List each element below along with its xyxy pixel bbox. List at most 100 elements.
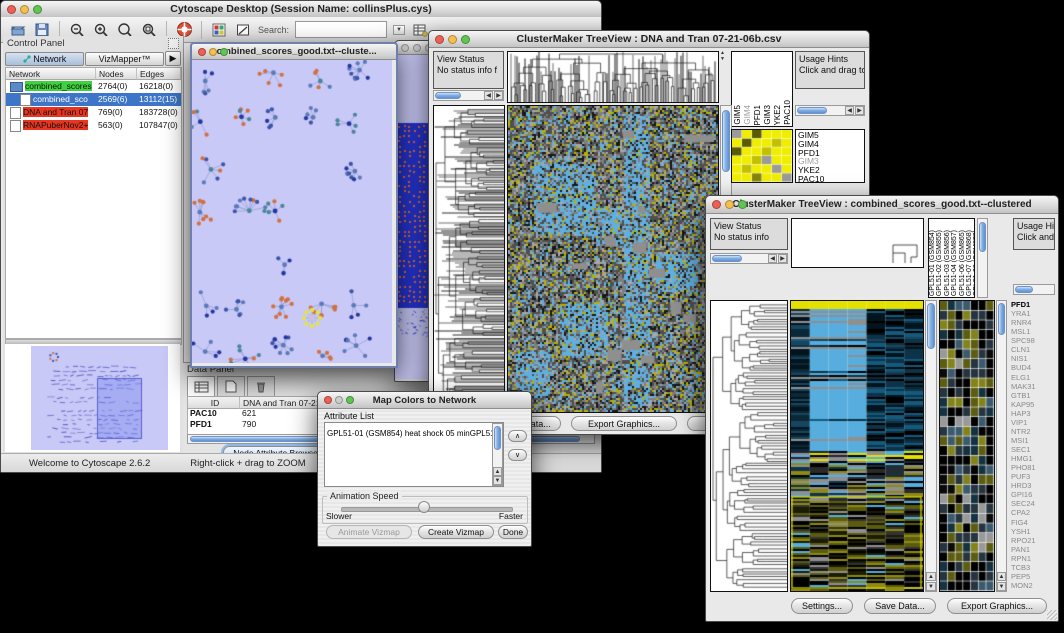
tab-overflow-arrow[interactable]: ▶	[165, 51, 181, 66]
tab-vizmapper[interactable]: VizMapper™	[85, 52, 164, 66]
column-label: PAC10	[783, 100, 792, 125]
close-button[interactable]	[401, 44, 409, 52]
vizmapper-icon[interactable]	[210, 21, 228, 39]
gene-label: MAK31	[1011, 382, 1055, 391]
birdseye-pane	[5, 344, 180, 452]
heatmap-global-panel[interactable]	[507, 105, 719, 413]
zoom-button[interactable]	[346, 396, 354, 404]
zoom-button[interactable]	[738, 200, 747, 209]
file-icon	[10, 107, 21, 119]
zoom-vscrollbar[interactable]: ▲ ▼	[996, 300, 1007, 592]
array-label: GPL51-04 (GSM857)	[952, 230, 958, 296]
network-row[interactable]: DNA and Tran 07 769(0) 183728(0)	[6, 106, 181, 119]
dialog-titlebar[interactable]: Map Colors to Network	[318, 392, 531, 409]
treeview1-column-labels: GIM5GIM4PFD1GIM3YKE2PAC10	[731, 51, 793, 127]
treeview2-window: ClusterMaker TreeView : combined_scores_…	[705, 195, 1059, 622]
network-row-selected[interactable]: combined_sco 2569(6) 13112(15)	[6, 93, 181, 106]
network-canvas[interactable]	[192, 60, 392, 363]
resize-grip[interactable]	[1047, 610, 1057, 620]
speed-slider-thumb[interactable]	[418, 501, 430, 513]
search-dropdown-icon[interactable]: ▼	[393, 25, 405, 35]
trash-icon[interactable]	[247, 376, 275, 397]
gene-label: RPN1	[1011, 554, 1055, 563]
gene-dendrogram-panel[interactable]	[710, 300, 788, 592]
network-row[interactable]: combined_scores 2764(0) 16218(0)	[6, 80, 181, 93]
attribute-list[interactable]: GPL51-01 (GSM854) heat shock 05 minGPL51…	[324, 422, 504, 487]
usage-hints-scrollbar[interactable]: ◀ ▶	[795, 105, 865, 116]
col-network[interactable]: Network	[6, 68, 96, 80]
attribute-list-item[interactable]: GPL51-01 (GSM854) heat shock 05 min	[327, 429, 470, 438]
attribute-list-label: Attribute List	[324, 411, 374, 421]
usage-hints-scrollbar[interactable]	[1013, 284, 1055, 295]
network-view-titlebar[interactable]: combined_scores_good.txt--cluste...	[192, 44, 396, 60]
view-status-scrollbar[interactable]: ◀ ▶	[710, 253, 788, 264]
zoom-button[interactable]	[220, 48, 228, 56]
gene-label: CLN1	[1011, 345, 1055, 354]
close-button[interactable]	[435, 35, 444, 44]
array-labels-scrollbar[interactable]	[977, 218, 988, 298]
column-label: YKE2	[773, 105, 782, 125]
done-button[interactable]: Done	[498, 525, 528, 539]
settings-button[interactable]: Settings...	[791, 598, 853, 614]
treeview2-title: ClusterMaker TreeView : combined_scores_…	[706, 199, 1058, 210]
zoom-button[interactable]	[461, 35, 470, 44]
minimize-button[interactable]	[20, 5, 29, 14]
minimize-button[interactable]	[448, 35, 457, 44]
col-edges[interactable]: Edges	[137, 68, 181, 80]
array-label: GPL51-02 (GSM855)	[937, 230, 943, 296]
treeview1-titlebar[interactable]: ClusterMaker TreeView : DNA and Tran 07-…	[429, 31, 869, 48]
main-titlebar[interactable]: Cytoscape Desktop (Session Name: collins…	[1, 1, 601, 18]
gene-dendrogram-panel[interactable]	[433, 105, 505, 413]
gene-label: VIP1	[1011, 418, 1055, 427]
close-button[interactable]	[198, 48, 206, 56]
column-label: GIM4	[743, 105, 752, 125]
minimize-button[interactable]	[725, 200, 734, 209]
col-nodes[interactable]: Nodes	[96, 68, 137, 80]
close-button[interactable]	[712, 200, 721, 209]
gene-label: PEP5	[1011, 572, 1055, 581]
network-row[interactable]: RNAPuberNov2+ 563(0) 107847(0)	[6, 119, 181, 132]
move-up-button[interactable]: ∧	[508, 430, 527, 442]
node-attr-tab-icon[interactable]	[187, 376, 215, 397]
animate-vizmap-button[interactable]: Animate Vizmap	[326, 525, 412, 539]
treeview1-title: ClusterMaker TreeView : DNA and Tran 07-…	[429, 33, 869, 45]
gene-label: FIG4	[1011, 518, 1055, 527]
attribute-list-scrollbar[interactable]: ▲ ▼	[492, 423, 503, 486]
new-attr-icon[interactable]	[217, 376, 245, 397]
view-status-scrollbar[interactable]: ◀ ▶	[433, 90, 504, 101]
table-icon[interactable]	[411, 21, 429, 39]
zoom-button[interactable]	[33, 5, 42, 14]
heatmap-global-panel[interactable]	[790, 300, 924, 592]
close-button[interactable]	[324, 396, 332, 404]
close-button[interactable]	[7, 5, 16, 14]
usage-hints-box: Usage Hi Click and	[1013, 218, 1055, 250]
heatmap-zoom-panel[interactable]	[731, 129, 793, 183]
save-data-button[interactable]: Save Data...	[864, 598, 936, 614]
search-input[interactable]	[295, 21, 387, 38]
row-label: PAC10	[798, 175, 862, 183]
array-dendrogram-panel[interactable]	[791, 218, 924, 268]
scroll-down-icon[interactable]: ▼	[720, 57, 725, 62]
move-down-button[interactable]: ∨	[508, 449, 527, 461]
array-dendrogram-panel[interactable]	[507, 51, 719, 103]
array-label: GPL51-06 (GSM865)	[960, 230, 966, 296]
create-vizmap-button[interactable]: Create Vizmap	[418, 525, 494, 539]
gene-label: MON2	[1011, 581, 1055, 590]
heatmap-vscrollbar[interactable]: ▲ ▼	[925, 300, 937, 592]
minimize-button[interactable]	[209, 48, 217, 56]
minimize-button[interactable]	[413, 44, 421, 52]
birdseye-view-canvas[interactable]	[31, 346, 168, 450]
gene-label: PAN1	[1011, 545, 1055, 554]
main-window-title: Cytoscape Desktop (Session Name: collins…	[1, 3, 601, 15]
float-panel-icon[interactable]	[168, 38, 179, 49]
tab-network[interactable]: Network	[5, 52, 84, 66]
treeview1-row-labels: GIM5GIM4PFD1GIM3YKE2PAC10	[795, 129, 865, 183]
treeview2-titlebar[interactable]: ClusterMaker TreeView : combined_scores_…	[706, 196, 1058, 214]
gene-label: GPI16	[1011, 490, 1055, 499]
gene-label: NTR2	[1011, 427, 1055, 436]
export-graphics-button[interactable]: Export Graphics...	[571, 416, 677, 431]
export-graphics-button[interactable]: Export Graphics...	[947, 598, 1047, 614]
gene-label: PHO81	[1011, 463, 1055, 472]
annotation-icon[interactable]	[234, 21, 252, 39]
heatmap-zoom-panel[interactable]	[939, 300, 995, 592]
